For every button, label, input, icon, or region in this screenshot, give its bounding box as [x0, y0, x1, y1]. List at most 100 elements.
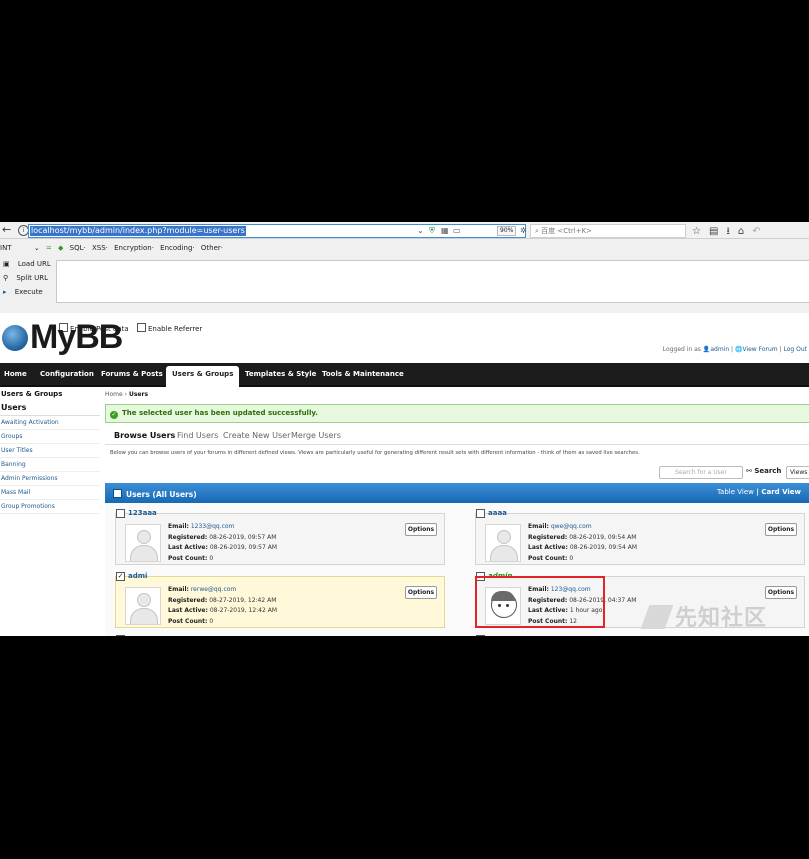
download-icon[interactable]: ⭳: [726, 226, 738, 237]
hackbar-select[interactable]: INT: [0, 244, 12, 252]
tab-browse-users[interactable]: Browse Users: [114, 431, 175, 440]
tab-templates-style[interactable]: Templates & Style: [245, 370, 316, 378]
user-checkbox[interactable]: [116, 509, 125, 518]
hackbar-textarea[interactable]: [56, 260, 809, 303]
execute-button[interactable]: ▸ Execute: [3, 288, 43, 296]
user-email[interactable]: qwe@qq.com: [551, 523, 592, 530]
browser-toolbar: ← i localhost/mybb/admin/index.php?modul…: [0, 222, 809, 239]
green-dot-icon: = ◆: [45, 244, 64, 252]
user-last-active: 08-26-2019, 09:54 AM: [569, 544, 637, 551]
username-link[interactable]: admi: [128, 572, 147, 580]
view-switcher: Table View | Card View: [717, 488, 801, 496]
sidebar-item-user-titles[interactable]: User Titles: [0, 444, 100, 458]
sidebar-item-admin-permissions[interactable]: Admin Permissions: [0, 472, 100, 486]
views-button[interactable]: Views: [786, 466, 809, 479]
sidebar: Users & Groups Users Awaiting Activation…: [0, 388, 100, 514]
tab-merge-users[interactable]: Merge Users: [291, 431, 341, 440]
user-email[interactable]: rerwe@qq.com: [191, 586, 236, 593]
logo-text: MyBB: [30, 318, 123, 356]
clipboard-icon[interactable]: ▤: [709, 226, 726, 237]
options-button[interactable]: Options: [765, 523, 797, 536]
hackbar-panel: INT ⌄ = ◆ SQL· XSS· Encryption· Encoding…: [0, 239, 809, 333]
menu-other[interactable]: Other·: [201, 244, 223, 252]
tab-home[interactable]: Home: [4, 370, 27, 378]
user-registered: 08-26-2019, 09:54 AM: [569, 533, 637, 541]
search-button[interactable]: ⚯ Search: [746, 467, 781, 475]
registered-label: Registered:: [528, 533, 568, 541]
user-card: aaaa Email: qwe@qq.com Registered: 08-26…: [475, 509, 805, 565]
sidebar-item-groups[interactable]: Groups: [0, 430, 100, 444]
user-checkbox[interactable]: [476, 635, 485, 636]
sidebar-item-banning[interactable]: Banning: [0, 458, 100, 472]
screenshot-area: ← i localhost/mybb/admin/index.php?modul…: [0, 222, 809, 636]
user-card-selected: ✓ admi Email: rerwe@qq.com Registered: 0…: [115, 572, 445, 628]
tab-configuration[interactable]: Configuration: [40, 370, 94, 378]
email-label: Email:: [528, 523, 549, 530]
referrer-checkbox[interactable]: Enable Referrer: [136, 323, 202, 333]
reader-view-icon[interactable]: ▭: [453, 226, 461, 235]
users-table-header: Users (All Users) Table View | Card View: [105, 483, 809, 503]
menu-xss[interactable]: XSS·: [92, 244, 108, 252]
watermark-text: 先知社区: [675, 606, 768, 631]
user-registered: 08-26-2019, 09:57 AM: [209, 533, 277, 541]
load-url-icon: ▣: [3, 260, 12, 268]
log-out-link[interactable]: Log Out: [783, 346, 807, 353]
qr-code-icon[interactable]: ▦: [441, 226, 449, 235]
dropdown-icon[interactable]: ⌄: [417, 226, 424, 235]
binoculars-icon: ⚯: [746, 467, 752, 475]
tab-users-groups[interactable]: Users & Groups: [166, 366, 240, 387]
username-link[interactable]: 123aaa: [128, 509, 157, 517]
select-all-checkbox[interactable]: [113, 489, 122, 498]
watermark-logo-icon: [640, 605, 674, 629]
page-description: Below you can browse users of your forum…: [110, 450, 640, 456]
shield-icon[interactable]: ⛨: [429, 226, 435, 236]
zoom-level[interactable]: 90%: [497, 226, 517, 236]
logo-icon: [2, 325, 28, 351]
user-checkbox[interactable]: [476, 509, 485, 518]
card-view-link[interactable]: Card View: [761, 488, 801, 496]
gear-icon[interactable]: ✲: [520, 226, 527, 235]
menu-encryption[interactable]: Encryption·: [114, 244, 154, 252]
chevron-down-icon[interactable]: ⌄: [34, 244, 40, 252]
email-label: Email:: [168, 523, 189, 530]
tab-find-users[interactable]: Find Users: [177, 431, 218, 440]
address-bar[interactable]: localhost/mybb/admin/index.php?module=us…: [28, 224, 547, 238]
header-username[interactable]: admin: [710, 346, 729, 353]
back-arrow-icon[interactable]: ←: [2, 223, 11, 236]
options-button[interactable]: Options: [405, 523, 437, 536]
load-url-button[interactable]: ▣ Load URL: [3, 260, 51, 268]
breadcrumb-home[interactable]: Home: [105, 391, 123, 398]
options-button[interactable]: Options: [405, 586, 437, 599]
registered-label: Registered:: [168, 596, 208, 604]
tab-create-new-user[interactable]: Create New User: [223, 431, 290, 440]
sidebar-item-group-promotions[interactable]: Group Promotions: [0, 500, 100, 514]
user-checkbox[interactable]: [116, 635, 125, 636]
user-last-active: 08-26-2019, 09:57 AM: [209, 544, 277, 551]
check-icon: ✓: [110, 411, 118, 419]
menu-sql[interactable]: SQL·: [70, 244, 86, 252]
split-url-icon: ⚲: [3, 274, 11, 282]
star-icon[interactable]: ☆: [692, 226, 709, 237]
browser-search-input[interactable]: ⌕ 百度 <Ctrl+K>: [530, 224, 686, 238]
user-post-count: 0: [209, 617, 214, 625]
user-post-count: 0: [209, 554, 214, 562]
menu-encoding[interactable]: Encoding·: [160, 244, 194, 252]
undo-icon[interactable]: ↶: [752, 226, 768, 237]
split-url-button[interactable]: ⚲ Split URL: [3, 274, 48, 282]
tab-tools-maintenance[interactable]: Tools & Maintenance: [322, 370, 404, 378]
sidebar-item-users[interactable]: Users: [0, 400, 100, 416]
sidebar-item-awaiting-activation[interactable]: Awaiting Activation: [0, 416, 100, 430]
options-button[interactable]: Options: [765, 586, 797, 599]
user-search-input[interactable]: Search for a User: [659, 466, 743, 479]
home-icon[interactable]: ⌂: [738, 226, 752, 237]
watermark: 先知社区: [640, 600, 768, 632]
user-checkbox-checked[interactable]: ✓: [116, 572, 125, 581]
user-email[interactable]: 1233@qq.com: [191, 523, 235, 530]
table-view-link[interactable]: Table View: [717, 488, 754, 496]
mybb-logo[interactable]: MyBB: [2, 318, 123, 357]
sidebar-item-mass-mail[interactable]: Mass Mail: [0, 486, 100, 500]
view-forum-link[interactable]: View Forum: [742, 346, 777, 353]
tab-forums-posts[interactable]: Forums & Posts: [101, 370, 163, 378]
email-label: Email:: [168, 586, 189, 593]
username-link[interactable]: aaaa: [488, 509, 507, 517]
